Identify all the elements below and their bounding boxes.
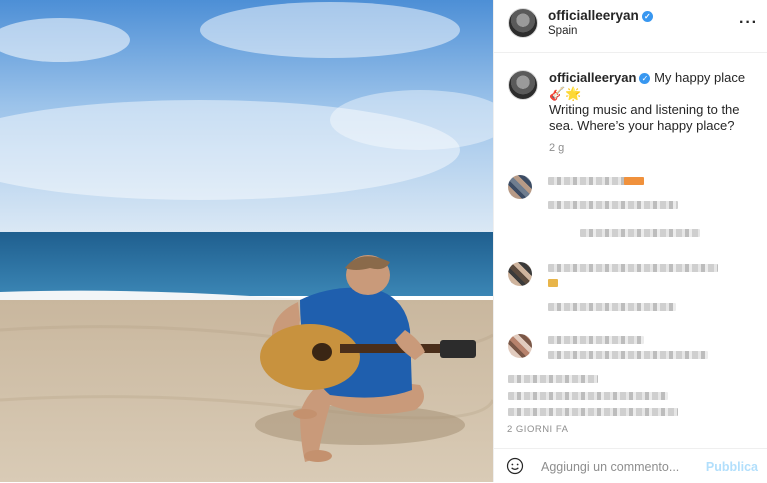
username-text[interactable]: officialleeryan [548, 8, 639, 23]
blurred-comment-line [548, 264, 718, 272]
comment-avatar[interactable] [508, 262, 532, 286]
caption-username[interactable]: officialleeryan [549, 70, 636, 85]
beach-photo-illustration [0, 0, 493, 482]
avatar[interactable] [508, 8, 538, 38]
blurred-comment-line [508, 392, 668, 400]
caption-timestamp[interactable]: 2 g [549, 142, 564, 154]
blurred-comment-line [548, 201, 678, 209]
smiley-icon[interactable] [506, 457, 524, 475]
comment-avatar[interactable] [508, 175, 532, 199]
caption-avatar[interactable] [508, 70, 538, 100]
post-details-pane: officialleeryan ✓ Spain ··· officialleery… [493, 0, 767, 482]
blurred-comment-line [548, 303, 676, 311]
post-header: officialleeryan ✓ Spain ··· [494, 0, 767, 53]
location-link[interactable]: Spain [548, 25, 577, 37]
post-date[interactable]: 2 GIORNI FA [507, 424, 568, 435]
caption-emoji: 🎸🌟 [549, 86, 582, 101]
blurred-comment-line [508, 375, 598, 383]
caption-text: Writing music and listening to the sea. … [549, 102, 740, 133]
blurred-emoji [624, 177, 644, 185]
verified-badge-icon: ✓ [641, 11, 653, 22]
verified-badge-icon: ✓ [639, 73, 651, 84]
caption-title: My happy place [654, 70, 746, 85]
post-caption: officialleeryan ✓ My happy place 🎸🌟 Writi… [549, 70, 754, 134]
ellipsis-icon[interactable]: ··· [739, 14, 758, 32]
blurred-comment-line [508, 408, 678, 416]
post-author[interactable]: officialleeryan ✓ [548, 8, 653, 23]
instagram-post: officialleeryan ✓ Spain ··· officialleery… [0, 0, 767, 482]
comment-avatar[interactable] [508, 334, 532, 358]
comment-input[interactable]: Aggiungi un commento... [541, 460, 679, 474]
blurred-comment-line [548, 336, 644, 344]
blurred-comment-line [580, 229, 700, 237]
blurred-comment-line [548, 351, 708, 359]
blurred-emoji [548, 279, 558, 287]
post-photo[interactable] [0, 0, 493, 482]
publish-button[interactable]: Pubblica [706, 460, 758, 474]
add-comment-bar: Aggiungi un commento... Pubblica [494, 448, 767, 483]
